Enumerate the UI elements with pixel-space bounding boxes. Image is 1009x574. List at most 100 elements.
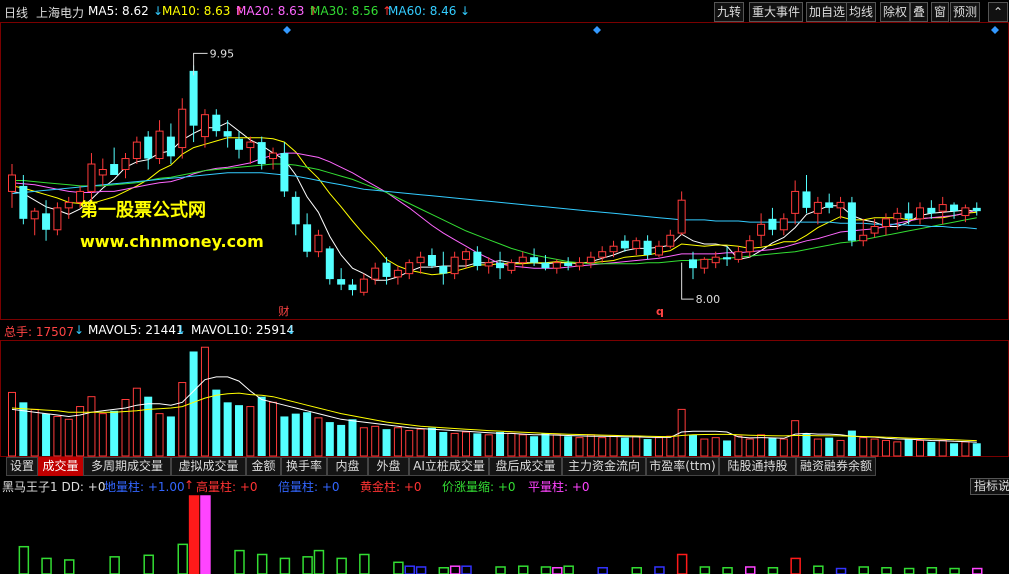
volume-bar — [110, 410, 119, 456]
volume-bar — [723, 440, 732, 456]
candle-body — [961, 207, 970, 217]
candle-body — [462, 251, 470, 260]
chevron-up-icon[interactable]: ⌃ — [988, 2, 1008, 22]
indicator-bar — [552, 567, 563, 574]
candle-body — [53, 207, 62, 231]
volume-bar — [303, 412, 312, 456]
candle-body — [632, 240, 641, 249]
indicator-bar — [449, 565, 461, 574]
tab-7[interactable]: 外盘 — [368, 457, 409, 476]
tab-11[interactable]: 市盈率(ttm) — [646, 457, 719, 476]
candle — [666, 229, 675, 249]
tab-5[interactable]: 换手率 — [281, 457, 327, 476]
candle-body — [950, 204, 959, 212]
toolbar-button-4[interactable]: 除权 — [880, 2, 911, 22]
tab-12[interactable]: 陆股通持股 — [719, 457, 796, 476]
candle-body — [496, 262, 505, 269]
volume-bar — [246, 406, 255, 457]
toolbar-button-5[interactable]: 叠 — [910, 2, 929, 22]
candle-body — [620, 240, 629, 249]
tab-6[interactable]: 内盘 — [327, 457, 368, 476]
candle — [439, 251, 448, 285]
volume-bar — [439, 431, 448, 456]
candle-body — [745, 240, 754, 253]
candle-body — [223, 131, 232, 137]
candle — [473, 246, 482, 271]
tab-9[interactable]: 盘后成交量 — [489, 457, 562, 476]
volume-bar — [881, 439, 890, 457]
indicator-bar — [415, 566, 427, 574]
toolbar-button-6[interactable]: 窗 — [931, 2, 950, 22]
volume-bar — [269, 401, 278, 457]
volume-total-arrow: ↓ — [74, 323, 85, 337]
toolbar-button-1[interactable]: 重大事件 — [749, 2, 804, 22]
candle — [813, 196, 822, 225]
candle-body — [246, 141, 255, 149]
candle-body — [8, 174, 16, 192]
candlestick-chart[interactable]: 9.95 8.00 财 q — [0, 22, 1009, 320]
toolbar-button-7[interactable]: 预测 — [950, 2, 981, 22]
indicator-bar — [654, 566, 665, 574]
indicator-chart[interactable] — [0, 494, 1009, 574]
volume-bar — [314, 417, 323, 457]
candle-body — [859, 234, 868, 242]
candle — [609, 240, 618, 258]
tab-8[interactable]: AI立桩成交量 — [409, 457, 489, 476]
tab-13[interactable]: 融资融券余额 — [796, 457, 876, 476]
candle — [677, 191, 686, 236]
ma-label-ma5: MA5: 8.62 — [88, 4, 149, 18]
toolbar-button-0[interactable]: 九转 — [714, 2, 745, 22]
candle — [757, 213, 766, 247]
candle-body — [439, 265, 448, 274]
candle-body — [507, 262, 516, 271]
indicator-tabs: 设置 成交量 多周期成交量 虚拟成交量 金额 换手率 内盘 外盘 AI立桩成交量 盘后成交量 主力资… — [0, 457, 1009, 476]
tab-10[interactable]: 主力资金流向 — [562, 457, 646, 476]
candle — [496, 251, 505, 280]
candle-body — [530, 257, 539, 263]
tab-3[interactable]: 虚拟成交量 — [171, 457, 246, 476]
candle — [802, 174, 811, 214]
indicator-bar — [518, 565, 529, 574]
tab-1[interactable]: 成交量 — [38, 457, 83, 476]
candle — [42, 200, 51, 241]
indicator-bar — [722, 567, 733, 574]
candle — [620, 235, 629, 252]
ma-label-ma30: MA30: 8.56 — [310, 4, 379, 18]
volume-bar — [893, 441, 902, 457]
event-diamond-icon — [283, 26, 291, 34]
candle — [405, 259, 414, 280]
mavol5-arrow: ↓ — [176, 323, 187, 337]
up-arrow-icon: ↑ — [184, 478, 195, 492]
volume-bar — [473, 433, 482, 456]
candle-body — [541, 262, 550, 269]
candle — [847, 196, 856, 247]
toolbar-button-2[interactable]: 加自选 — [806, 2, 849, 22]
candle-body — [609, 245, 618, 253]
toolbar-button-3[interactable]: 均线 — [846, 2, 877, 22]
tab-4[interactable]: 金额 — [246, 457, 281, 476]
indicator-item-1: 高量柱: +0 — [196, 480, 258, 494]
candle-body — [30, 210, 39, 220]
volume-bar — [541, 433, 550, 456]
indicator-bar — [972, 567, 983, 574]
candle — [427, 248, 436, 269]
volume-bar — [178, 382, 187, 457]
tab-2[interactable]: 多周期成交量 — [83, 457, 171, 476]
candle — [132, 136, 141, 165]
volume-bar — [64, 418, 73, 457]
candle-body — [382, 262, 391, 277]
tab-0[interactable]: 设置 — [6, 457, 38, 476]
indicator-name[interactable]: 黑马王子1 DD: +0 — [2, 478, 105, 495]
candle-body — [700, 258, 709, 269]
indicator-bar — [858, 566, 869, 574]
candle-body — [155, 130, 164, 160]
candle — [586, 251, 595, 269]
trend-arrow-icon: ↓ — [460, 4, 471, 18]
volume-chart[interactable] — [0, 340, 1009, 457]
candle-body — [303, 224, 312, 252]
candle — [64, 196, 73, 219]
indicator-help-button[interactable]: 指标说 — [970, 478, 1009, 495]
period-label[interactable]: 日线 — [4, 4, 28, 21]
volume-bar — [711, 437, 720, 457]
ma-label-ma60: MA60: 8.46 — [388, 4, 457, 18]
